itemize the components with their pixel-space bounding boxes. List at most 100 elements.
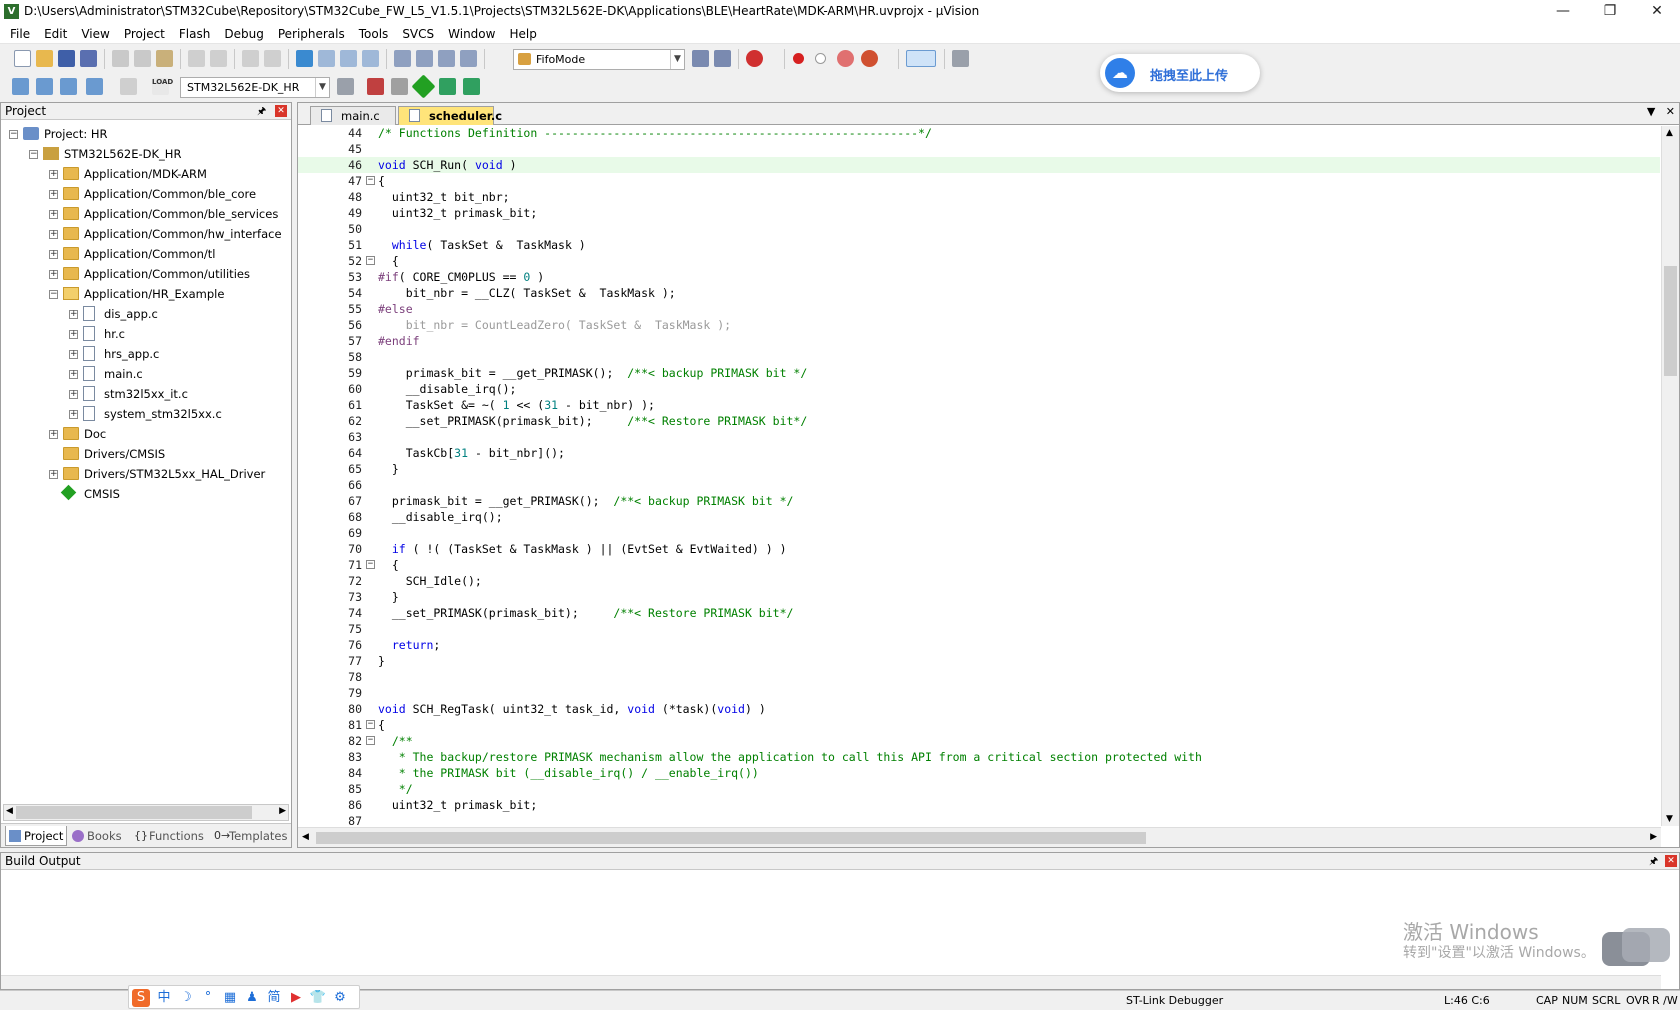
- rebuild-icon[interactable]: [60, 78, 77, 95]
- pack-installer-icon[interactable]: [439, 78, 456, 95]
- chat-bubble-icon[interactable]: [1602, 928, 1672, 980]
- code-line[interactable]: 64 TaskCb[31 - bit_nbr]();: [298, 445, 1660, 461]
- tree-node[interactable]: − STM32L562E-DK_HR: [1, 144, 291, 164]
- menu-svcs[interactable]: SVCS: [395, 24, 441, 44]
- close-pane-icon[interactable]: ✕: [1665, 855, 1677, 867]
- tree-node[interactable]: + stm32l5xx_it.c: [1, 384, 291, 404]
- pin-icon[interactable]: 🖈: [257, 104, 266, 120]
- editor-hscroll-thumb[interactable]: [316, 832, 1146, 844]
- collapse-icon[interactable]: −: [49, 290, 58, 299]
- collapse-icon[interactable]: −: [9, 130, 18, 139]
- close-pane-icon[interactable]: ✕: [275, 105, 287, 117]
- code-line[interactable]: 73 }: [298, 589, 1660, 605]
- menu-help[interactable]: Help: [502, 24, 543, 44]
- minimize-button[interactable]: —: [1540, 0, 1586, 24]
- tree-node[interactable]: + Application/MDK-ARM: [1, 164, 291, 184]
- kill-all-breakpoints-icon[interactable]: [861, 50, 878, 67]
- code-line[interactable]: 77}: [298, 653, 1660, 669]
- ime-user-icon[interactable]: ♟: [243, 989, 261, 1007]
- manage-rte-icon[interactable]: [411, 74, 436, 99]
- expand-icon[interactable]: +: [49, 230, 58, 239]
- scroll-up-icon[interactable]: ▲: [1666, 128, 1673, 138]
- ime-halfwidth-icon[interactable]: ☽: [177, 989, 195, 1007]
- expand-icon[interactable]: +: [69, 350, 78, 359]
- close-window-button[interactable]: ✕: [1634, 0, 1680, 24]
- expand-icon[interactable]: +: [49, 430, 58, 439]
- tree-node[interactable]: CMSIS: [1, 484, 291, 504]
- sogou-logo-icon[interactable]: S: [132, 989, 150, 1007]
- scroll-right-icon[interactable]: ▶: [1650, 832, 1657, 842]
- code-line[interactable]: 56 bit_nbr = CountLeadZero( TaskSet & Ta…: [298, 317, 1660, 333]
- prev-bookmark-icon[interactable]: [318, 50, 335, 67]
- menu-flash[interactable]: Flash: [172, 24, 217, 44]
- expand-icon[interactable]: +: [49, 270, 58, 279]
- window-layout-icon[interactable]: [906, 50, 936, 67]
- indent-icon[interactable]: [394, 50, 411, 67]
- ime-simplified-icon[interactable]: 简: [265, 989, 283, 1007]
- restore-button[interactable]: ❐: [1587, 0, 1633, 24]
- insert-breakpoint-icon[interactable]: [793, 53, 804, 64]
- ime-video-icon[interactable]: ▶: [287, 989, 305, 1007]
- code-line[interactable]: 75: [298, 621, 1660, 637]
- expand-icon[interactable]: +: [69, 410, 78, 419]
- code-line[interactable]: 52− {: [298, 253, 1660, 269]
- paste-icon[interactable]: [156, 50, 173, 67]
- code-line[interactable]: 45: [298, 141, 1660, 157]
- code-line[interactable]: 71− {: [298, 557, 1660, 573]
- tree-node[interactable]: + hrs_app.c: [1, 344, 291, 364]
- code-line[interactable]: 69: [298, 525, 1660, 541]
- code-line[interactable]: 74 __set_PRIMASK(primask_bit); /**< Rest…: [298, 605, 1660, 621]
- fold-collapse-icon[interactable]: −: [366, 176, 375, 185]
- tree-node[interactable]: + main.c: [1, 364, 291, 384]
- expand-icon[interactable]: +: [49, 170, 58, 179]
- expand-icon[interactable]: +: [69, 310, 78, 319]
- tree-node[interactable]: + Application/Common/ble_services: [1, 204, 291, 224]
- expand-icon[interactable]: +: [69, 370, 78, 379]
- tree-node[interactable]: + dis_app.c: [1, 304, 291, 324]
- code-line[interactable]: 87: [298, 813, 1660, 826]
- save-icon[interactable]: [58, 50, 75, 67]
- ime-settings-icon[interactable]: ⚙: [331, 989, 349, 1007]
- fold-collapse-icon[interactable]: −: [366, 256, 375, 265]
- code-line[interactable]: 53 #if( CORE_CM0PLUS == 0 ): [298, 269, 1660, 285]
- target-combo[interactable]: STM32L562E-DK_HR ▼: [180, 77, 330, 98]
- scroll-left-icon[interactable]: ◀: [6, 806, 13, 816]
- code-line[interactable]: 67 primask_bit = __get_PRIMASK(); /**< b…: [298, 493, 1660, 509]
- open-file-icon[interactable]: [36, 50, 53, 67]
- tree-node[interactable]: Drivers/CMSIS: [1, 444, 291, 464]
- code-line[interactable]: 78: [298, 669, 1660, 685]
- collapse-icon[interactable]: −: [29, 150, 38, 159]
- tree-node[interactable]: + hr.c: [1, 324, 291, 344]
- baidu-upload-widget[interactable]: ☁ 拖拽至此上传: [1100, 54, 1260, 92]
- scroll-down-icon[interactable]: ▼: [1666, 814, 1673, 824]
- expand-icon[interactable]: +: [69, 330, 78, 339]
- code-line[interactable]: 66: [298, 477, 1660, 493]
- code-line[interactable]: 85 */: [298, 781, 1660, 797]
- code-line[interactable]: 58: [298, 349, 1660, 365]
- expand-icon[interactable]: +: [49, 210, 58, 219]
- code-line[interactable]: 70 if ( !( (TaskSet & TaskMask ) || (Evt…: [298, 541, 1660, 557]
- tab-main-c[interactable]: main.c: [310, 106, 396, 125]
- unindent-icon[interactable]: [416, 50, 433, 67]
- bookmark-icon[interactable]: [296, 50, 313, 67]
- translate-icon[interactable]: [12, 78, 29, 95]
- find-combo[interactable]: FifoMode ▼: [513, 49, 685, 70]
- disable-all-breakpoints-icon[interactable]: [837, 50, 854, 67]
- tab-functions[interactable]: {} Functions: [131, 826, 209, 846]
- code-line[interactable]: 57 #endif: [298, 333, 1660, 349]
- menu-window[interactable]: Window: [441, 24, 502, 44]
- new-file-icon[interactable]: [14, 50, 31, 67]
- target-options-icon[interactable]: [337, 78, 354, 95]
- editor-vertical-scrollbar[interactable]: ▲ ▼: [1661, 126, 1679, 826]
- debug-session-icon[interactable]: [746, 50, 763, 67]
- tree-node[interactable]: + Application/Common/tl: [1, 244, 291, 264]
- navigate-back-icon[interactable]: [242, 50, 259, 67]
- code-line[interactable]: 48 uint32_t bit_nbr;: [298, 189, 1660, 205]
- editor-horizontal-scrollbar[interactable]: ◀ ▶: [298, 827, 1661, 847]
- undo-icon[interactable]: [188, 50, 205, 67]
- code-line[interactable]: 59 primask_bit = __get_PRIMASK(); /**< b…: [298, 365, 1660, 381]
- editor-scroll-thumb[interactable]: [1664, 266, 1677, 376]
- ime-keyboard-icon[interactable]: ▦: [221, 989, 239, 1007]
- code-line[interactable]: 79: [298, 685, 1660, 701]
- tree-node[interactable]: + Drivers/STM32L5xx_HAL_Driver: [1, 464, 291, 484]
